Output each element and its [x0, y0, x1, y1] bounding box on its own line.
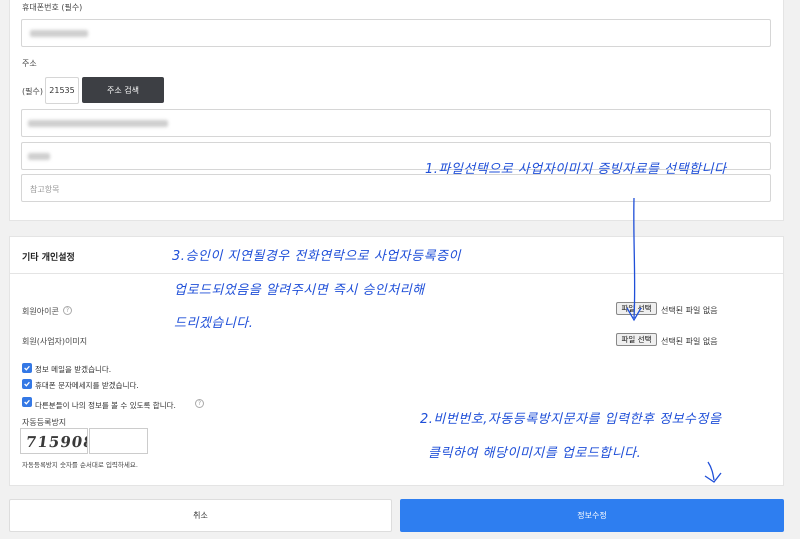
captcha-input[interactable]: [89, 428, 148, 454]
captcha-label: 자동등록방지: [22, 418, 67, 427]
address-reference-input[interactable]: 참고항목: [21, 174, 771, 202]
phone-value-redacted: [30, 30, 88, 37]
section-divider: [10, 273, 783, 274]
annotation-note-1: 1.파일선택으로 사업자이미지 증빙자료를 선택합니다: [425, 162, 727, 177]
annotation-note-3-line2: 업로드되었음을 알려주시면 즉시 승인처리해: [174, 283, 425, 298]
checkbox-sms[interactable]: [22, 379, 32, 389]
member-image-file-button[interactable]: 파일 선택: [616, 333, 657, 346]
annotation-note-2-line2: 클릭하여 해당이미지를 업로드합니다.: [428, 446, 642, 461]
address-line1-redacted: [28, 120, 168, 127]
help-icon[interactable]: ?: [63, 306, 72, 315]
section-title: 기타 개인설정: [22, 253, 75, 263]
address-search-button[interactable]: 주소 검색: [82, 77, 164, 103]
checkbox-public[interactable]: [22, 397, 32, 407]
address-line2-redacted: [28, 153, 50, 160]
address-line1-input[interactable]: [21, 109, 771, 137]
checkbox-mail-label: 정보 메일을 받겠습니다.: [35, 365, 112, 374]
phone-label: 휴대폰번호 (필수): [22, 3, 83, 12]
annotation-note-3-line1: 3.승인이 지연될경우 전화연락으로 사업자등록증이: [172, 249, 461, 264]
zipcode-input[interactable]: 21535: [45, 77, 79, 104]
check-icon: [24, 365, 30, 371]
annotation-note-3-line3: 드리겠습니다.: [174, 316, 254, 331]
address-label: 주소: [22, 59, 37, 68]
member-icon-file-status: 선택된 파일 없음: [661, 306, 718, 315]
checkbox-mail[interactable]: [22, 363, 32, 373]
annotation-note-2-line1: 2.비번번호,자동등록방지문자를 입력한후 정보수정을: [420, 412, 722, 427]
submit-button[interactable]: 정보수정: [400, 499, 784, 532]
member-image-label: 회원(사업자)이미지: [22, 337, 88, 346]
check-icon: [24, 399, 30, 405]
checkbox-public-label: 다른분들이 나의 정보를 볼 수 있도록 합니다.: [35, 401, 176, 410]
help-icon[interactable]: ?: [195, 399, 204, 408]
checkbox-sms-label: 휴대폰 문자메세지를 받겠습니다.: [35, 381, 139, 390]
member-icon-file-button[interactable]: 파일 선택: [616, 302, 657, 315]
check-icon: [24, 381, 30, 387]
captcha-image: 715908: [20, 428, 88, 454]
cancel-button[interactable]: 취소: [9, 499, 392, 532]
address-required-label: (필수): [22, 87, 43, 96]
address-reference-placeholder: 참고항목: [30, 185, 60, 194]
captcha-code: 715908: [24, 433, 88, 451]
phone-input[interactable]: [21, 19, 771, 47]
member-icon-label: 회원아이콘: [22, 307, 59, 316]
captcha-help-text: 자동등록방지 숫자를 순서대로 입력하세요.: [22, 461, 138, 469]
member-image-file-status: 선택된 파일 없음: [661, 337, 718, 346]
